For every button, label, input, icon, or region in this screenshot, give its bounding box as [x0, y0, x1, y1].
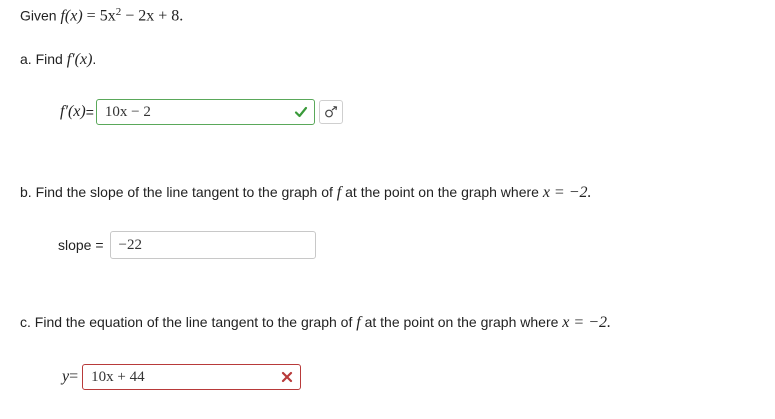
part-a-prompt: a. Find f′(x). — [20, 51, 96, 69]
slope-label: slope = — [58, 237, 104, 253]
given-function: f(x) — [60, 7, 83, 25]
part-c-equals: = — [69, 368, 79, 385]
problem-statement: Given f(x) = 5x2 − 2x + 8. — [20, 6, 183, 26]
part-c-text-a: c. Find the equation of the line tangent… — [20, 314, 357, 330]
given-label: Given — [20, 7, 61, 24]
tangent-line-input[interactable]: 10x + 44 — [82, 364, 302, 390]
equation-preview-button[interactable] — [318, 100, 343, 124]
equation-preview-icon — [324, 105, 338, 118]
part-c-text-b: at the point on the graph where — [360, 314, 563, 330]
slope-input[interactable]: −22 — [109, 231, 316, 259]
given-expression-a: = 5x — [82, 7, 116, 25]
part-b-answer-row: slope = −22 — [58, 231, 316, 259]
part-b-text-a: b. Find the slope of the line tangent to… — [20, 184, 337, 200]
part-a-answer-row: f′(x) = 10x − 2 — [60, 99, 343, 125]
part-a-answer-input[interactable]: 10x − 2 — [95, 99, 315, 125]
cross-icon — [282, 371, 293, 383]
part-a-text: a. Find — [20, 51, 67, 67]
part-c-math: x = −2. — [562, 314, 611, 331]
part-a-answer-value: 10x − 2 — [104, 103, 151, 120]
part-a-equals: = — [85, 104, 94, 120]
part-b-math: x = −2. — [542, 184, 592, 201]
part-c-prompt: c. Find the equation of the line tangent… — [20, 314, 611, 332]
part-a-label: f′(x) — [60, 103, 86, 120]
given-expression-b: − 2x + 8. — [121, 7, 184, 25]
slope-answer-value: −22 — [118, 236, 143, 253]
part-a-end: . — [92, 51, 97, 67]
part-b-prompt: b. Find the slope of the line tangent to… — [20, 184, 592, 202]
part-c-label: y — [62, 368, 70, 385]
part-b-text-b: at the point on the graph where — [341, 184, 543, 200]
part-a-math: f′(x) — [66, 51, 93, 68]
check-icon — [294, 106, 307, 118]
part-c-answer-value: 10x + 44 — [91, 368, 145, 385]
part-c-answer-row: y = 10x + 44 — [62, 364, 302, 390]
